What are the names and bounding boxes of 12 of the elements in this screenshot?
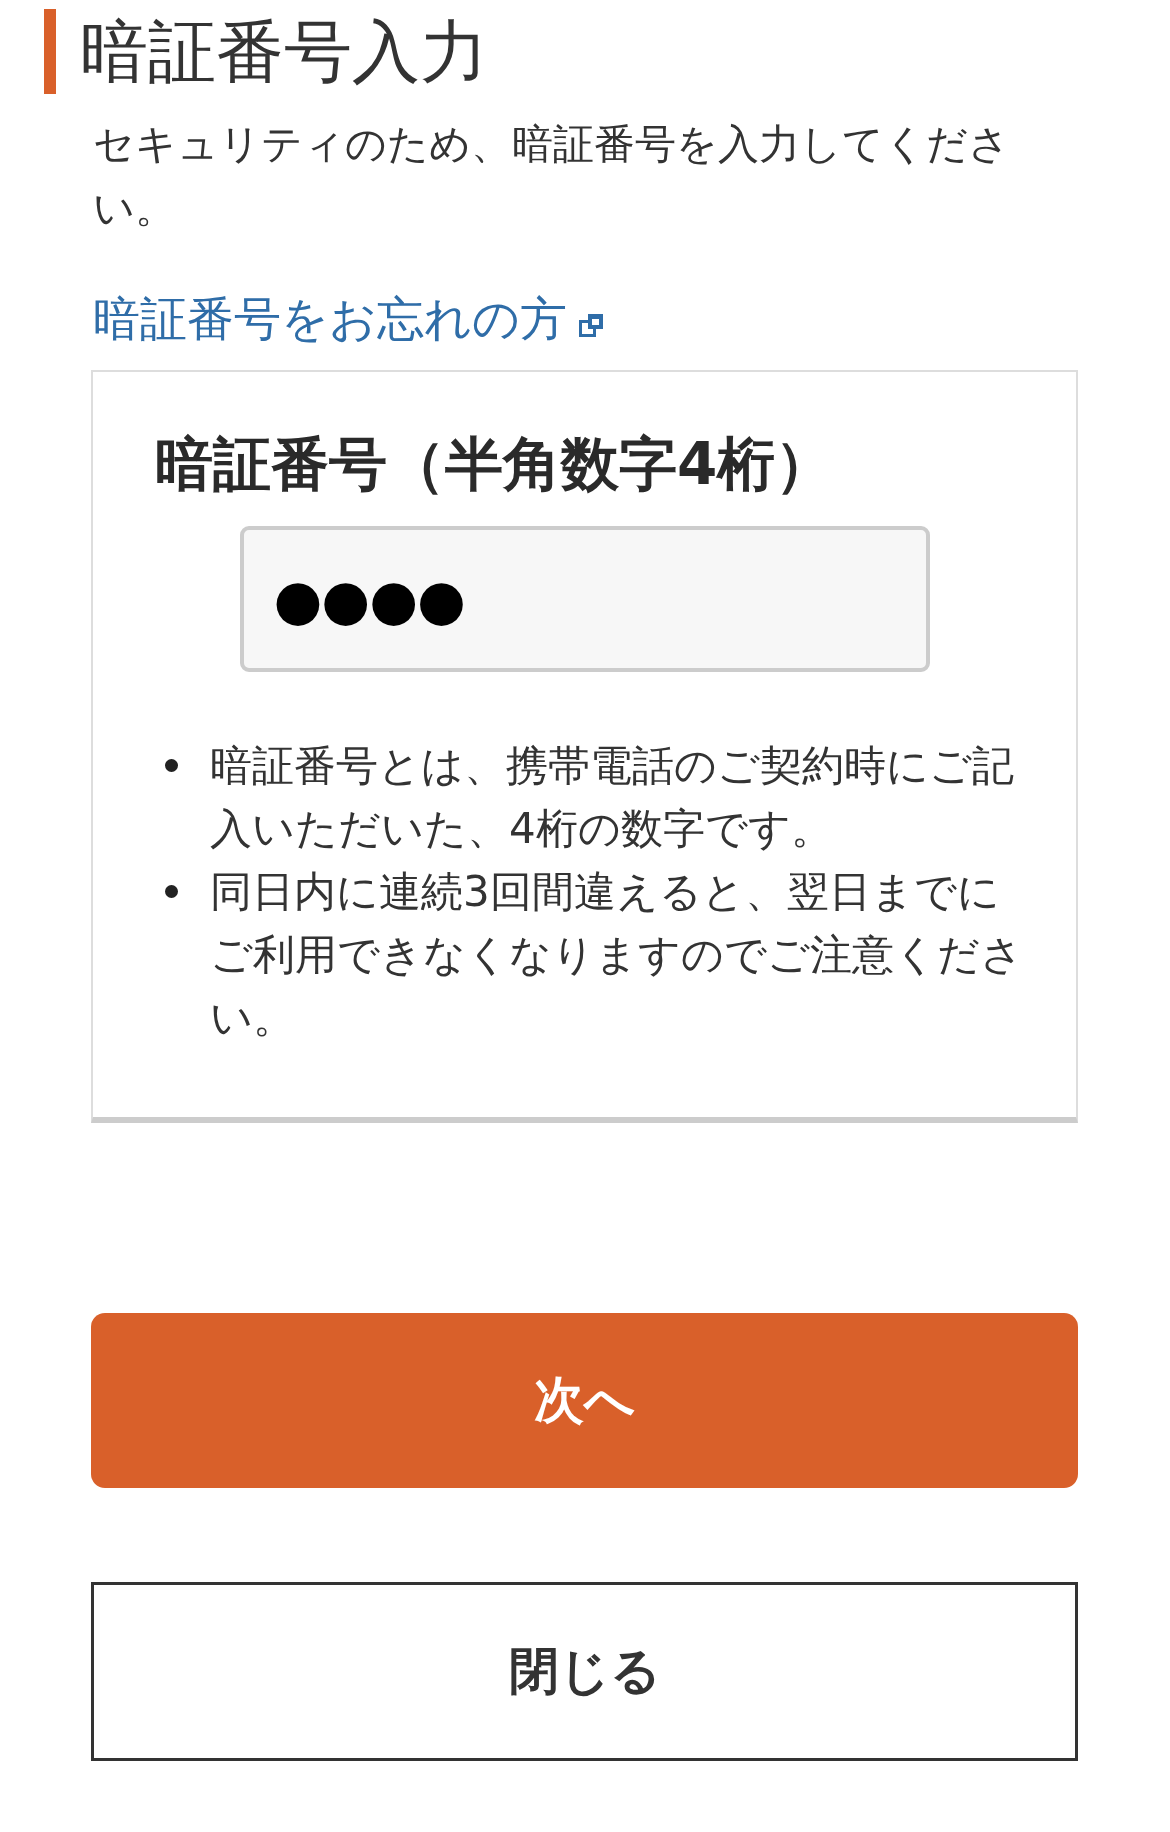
bullet-icon [165,759,178,772]
forgot-pin-link[interactable]: 暗証番号をお忘れの方 [93,290,605,348]
pin-input[interactable]: ●●●● [239,526,930,672]
note-text: 暗証番号とは、携帯電話のご契約時にご記入いただいた、4桁の数字です。 [210,740,1015,855]
page-title: 暗証番号入力 [80,11,488,92]
bullet-icon [165,885,178,898]
note-text: 同日内に連続3回間違えると、翌日までにご利用できなくなりますのでご注意ください。 [210,866,1024,1044]
pin-label: 暗証番号（半角数字4桁） [155,430,835,498]
external-link-icon [579,312,605,338]
description-text: セキュリティのため、暗証番号を入力してください。 [93,119,1011,234]
next-button[interactable]: 次へ [91,1313,1078,1488]
close-button[interactable]: 閉じる [91,1582,1078,1761]
